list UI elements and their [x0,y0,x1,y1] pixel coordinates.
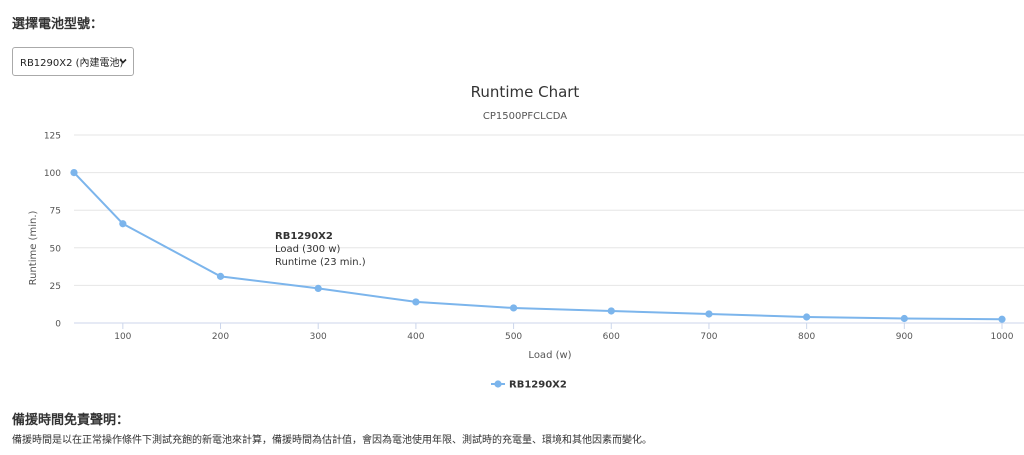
x-tick-label: 700 [700,332,717,342]
data-point [412,298,420,306]
tooltip-series-name: RB1290X2 [275,231,333,242]
x-tick-label: 500 [505,332,522,342]
battery-model-select-value: RB1290X2 (內建電池) [20,58,124,69]
y-axis-label: Runtime (min.) [28,211,39,286]
data-point [509,304,518,312]
disclaimer-text: 備援時間是以在正常操作條件下測試充飽的新電池來計算，備援時間為估計值，會因為電池… [12,435,652,446]
series-line [73,171,1003,321]
data-point [998,315,1006,323]
disclaimer-title: 備援時間免責聲明： [12,413,130,428]
y-tick-label: 100 [44,169,61,179]
chart-subtitle: CP1500PFCLCDA [483,111,567,122]
data-point [70,169,78,177]
y-tick-label: 0 [55,320,61,330]
data-point [607,307,615,315]
data-point [803,313,811,321]
data-point [216,272,225,280]
x-tick-label: 200 [212,332,229,342]
chevron-down-icon [119,58,127,64]
x-tick-label: 800 [798,332,815,342]
data-point [705,310,713,318]
y-tick-label: 25 [50,282,61,292]
x-tick-label: 1000 [991,332,1014,342]
x-tick-label: 900 [896,332,913,342]
x-tick-label: 400 [407,332,424,342]
legend-item-label[interactable]: RB1290X2 [509,380,567,391]
battery-model-label: 選擇電池型號： [12,17,104,32]
chart-title: Runtime Chart [471,83,580,101]
x-axis-label: Load (w) [528,350,571,361]
x-tick-label: 600 [603,332,620,342]
y-tick-label: 50 [50,244,62,254]
tooltip-runtime: Runtime (23 min.) [275,257,366,268]
y-tick-label: 125 [44,132,61,142]
data-point [119,220,127,228]
y-tick-label: 75 [50,207,61,217]
tooltip-load: Load (300 w) [275,244,341,255]
data-point [900,314,908,323]
battery-model-select[interactable]: RB1290X2 (內建電池) [12,47,134,76]
x-tick-label: 100 [114,332,131,342]
legend-point-symbol [494,380,502,388]
x-tick-label: 300 [310,332,327,342]
data-point [314,284,322,293]
runtime-chart: Runtime Chart CP1500PFCLCDA 0 25 50 75 100 12… [28,83,1024,391]
